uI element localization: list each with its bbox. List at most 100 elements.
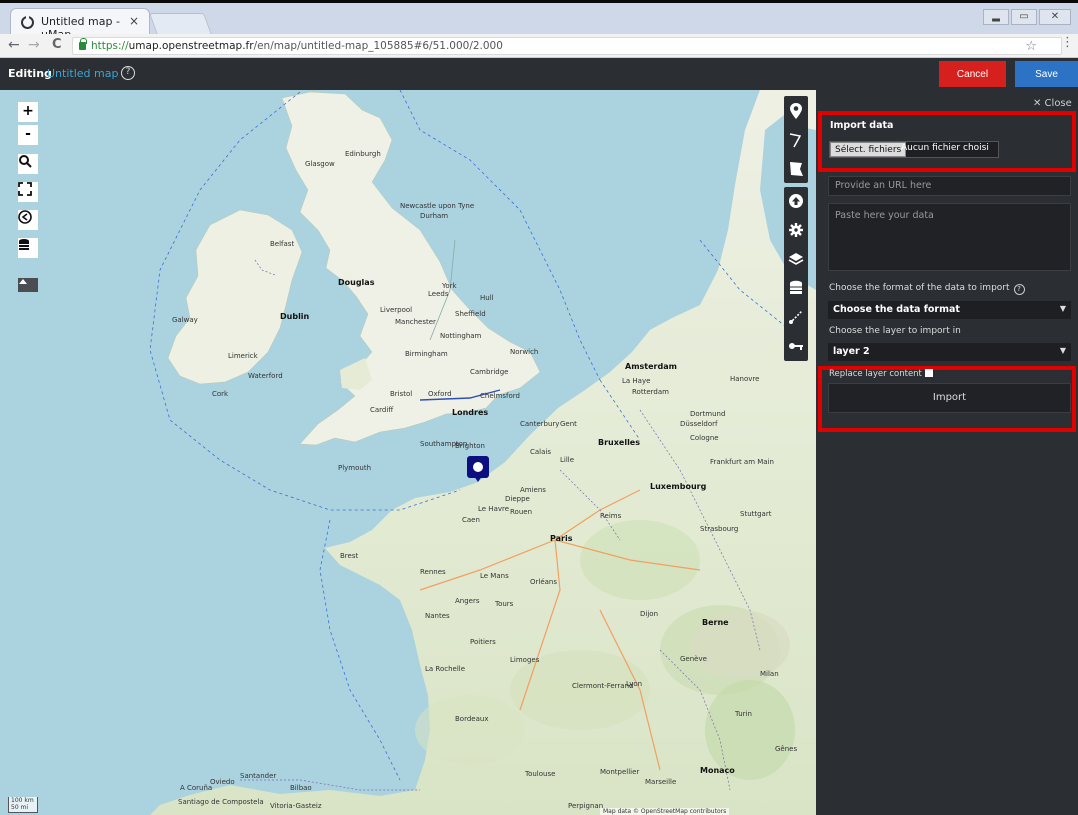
- place-turin: Turin: [735, 710, 752, 718]
- place-gent: Gent: [560, 420, 577, 428]
- place-bruxelles: Bruxelles: [598, 438, 640, 447]
- place-calais: Calais: [530, 448, 552, 456]
- save-button[interactable]: Save: [1015, 61, 1078, 87]
- replace-layer-label: Replace layer content: [829, 369, 933, 379]
- place-brest: Brest: [340, 552, 359, 560]
- fullscreen-button[interactable]: [18, 182, 38, 202]
- format-select[interactable]: Choose the data format ▼: [828, 301, 1071, 319]
- place-nantes: Nantes: [425, 612, 450, 620]
- address-bar[interactable]: https://umap.openstreetmap.fr/en/map/unt…: [72, 37, 1062, 55]
- place-milan: Milan: [760, 670, 779, 678]
- place-bilbao: Bilbao: [290, 784, 312, 792]
- locate-button[interactable]: [18, 210, 38, 230]
- select-files-button[interactable]: Sélect. fichiers: [830, 142, 907, 157]
- import-data-button[interactable]: [784, 187, 808, 216]
- file-input[interactable]: Sélect. fichiers Aucun fichier choisi: [829, 141, 999, 158]
- map-attribution[interactable]: Map data © OpenStreetMap contributors: [600, 808, 730, 815]
- paste-data-textarea[interactable]: Paste here your data: [828, 203, 1071, 271]
- place-edinburgh: Edinburgh: [345, 150, 381, 158]
- permissions-button[interactable]: [784, 332, 808, 361]
- more-controls-button[interactable]: [18, 278, 38, 292]
- place-reims: Reims: [600, 512, 622, 520]
- place-santander: Santander: [240, 772, 277, 780]
- layers-list-button[interactable]: [18, 238, 38, 258]
- tab-close-icon[interactable]: ×: [129, 14, 139, 28]
- place-norwich: Norwich: [510, 348, 539, 356]
- database-icon: [790, 280, 802, 294]
- caret-up-icon: [19, 279, 27, 284]
- replace-layer-checkbox[interactable]: [924, 369, 933, 377]
- cancel-button[interactable]: Cancel: [939, 61, 1006, 87]
- map-marker-icon[interactable]: [467, 456, 489, 482]
- draw-polygon-button[interactable]: [784, 154, 808, 183]
- place-dublin: Dublin: [280, 312, 310, 321]
- place-santiago: Santiago de Compostela: [178, 798, 264, 806]
- browser-tab[interactable]: Untitled map - uMap ×: [10, 8, 150, 41]
- browser-menu-icon[interactable]: ⋮: [1061, 35, 1074, 50]
- umap-header: Editing Untitled map ? Cancel Save: [0, 58, 1078, 90]
- import-button[interactable]: Import: [828, 383, 1071, 413]
- place-frankfurt: Frankfurt am Main: [710, 458, 774, 466]
- place-caen: Caen: [462, 516, 480, 524]
- place-galway: Galway: [172, 316, 198, 324]
- help-icon[interactable]: ?: [1013, 284, 1025, 295]
- close-panel-button[interactable]: ✕ Close: [1033, 98, 1072, 109]
- tilelayers-button[interactable]: [784, 245, 808, 274]
- place-bordeaux: Bordeaux: [455, 715, 489, 723]
- map-name[interactable]: Untitled map: [47, 67, 118, 80]
- map-canvas[interactable]: Edinburgh Glasgow Newcastle upon Tyne Du…: [0, 90, 816, 815]
- layer-select[interactable]: layer 2 ▼: [828, 343, 1071, 361]
- layers-icon: [788, 253, 804, 265]
- polygon-icon: [790, 162, 803, 176]
- place-cardiff: Cardiff: [370, 406, 394, 414]
- draw-marker-button[interactable]: [784, 96, 808, 125]
- map-settings-button[interactable]: [784, 216, 808, 245]
- place-vitoria: Vitoria-Gasteiz: [270, 802, 322, 810]
- new-tab-button[interactable]: [148, 13, 213, 35]
- browser-toolbar: ← → C https://umap.openstreetmap.fr/en/m…: [0, 34, 1078, 58]
- place-lahaye: La Haye: [622, 377, 651, 385]
- search-button[interactable]: [18, 154, 38, 174]
- place-toulouse: Toulouse: [525, 770, 556, 778]
- place-amiens: Amiens: [520, 486, 546, 494]
- place-acoruna: A Coruña: [180, 784, 213, 792]
- place-berne: Berne: [702, 618, 729, 627]
- chevron-down-icon: ▼: [1059, 346, 1066, 355]
- back-button[interactable]: ←: [8, 37, 20, 53]
- marker-icon: [790, 103, 802, 119]
- chevron-down-icon: ▼: [1059, 304, 1066, 313]
- forward-button[interactable]: →: [28, 37, 40, 53]
- minimize-button[interactable]: ▂: [983, 9, 1009, 25]
- place-londres: Londres: [452, 408, 489, 417]
- place-oviedo: Oviedo: [210, 778, 235, 786]
- place-dusseldorf: Düsseldorf: [680, 420, 718, 428]
- place-belfast: Belfast: [270, 240, 295, 248]
- place-glasgow: Glasgow: [305, 160, 335, 168]
- zoom-in-button[interactable]: +: [18, 102, 38, 122]
- place-geneve: Genève: [680, 655, 707, 663]
- lock-icon: [79, 38, 87, 50]
- place-monaco: Monaco: [700, 766, 735, 775]
- reload-button[interactable]: C: [52, 37, 62, 53]
- place-marseille: Marseille: [645, 778, 677, 786]
- place-clermont: Clermont-Ferrand: [572, 682, 634, 690]
- place-lehavre: Le Havre: [478, 505, 510, 513]
- place-dijon: Dijon: [640, 610, 658, 618]
- place-douglas: Douglas: [338, 278, 375, 287]
- place-poitiers: Poitiers: [470, 638, 496, 646]
- draw-line-button[interactable]: [784, 125, 808, 154]
- place-lyon: Lyon: [626, 680, 643, 688]
- place-chelmsford: Chelmsford: [480, 392, 520, 400]
- window-close-button[interactable]: ✕: [1039, 9, 1071, 25]
- browser-tab-strip: Untitled map - uMap × ▂ ▭ ✕: [0, 0, 1078, 41]
- help-icon[interactable]: ?: [121, 66, 135, 80]
- edit-center-button[interactable]: [784, 303, 808, 332]
- bookmark-star-icon[interactable]: ☆: [1025, 39, 1037, 54]
- search-icon: [19, 155, 32, 168]
- maximize-button[interactable]: ▭: [1011, 9, 1037, 25]
- zoom-out-button[interactable]: -: [18, 125, 38, 145]
- manage-datalayers-button[interactable]: [784, 274, 808, 303]
- umap-favicon-icon: [21, 15, 34, 29]
- place-cambridge: Cambridge: [470, 368, 509, 376]
- url-input[interactable]: Provide an URL here: [828, 176, 1071, 196]
